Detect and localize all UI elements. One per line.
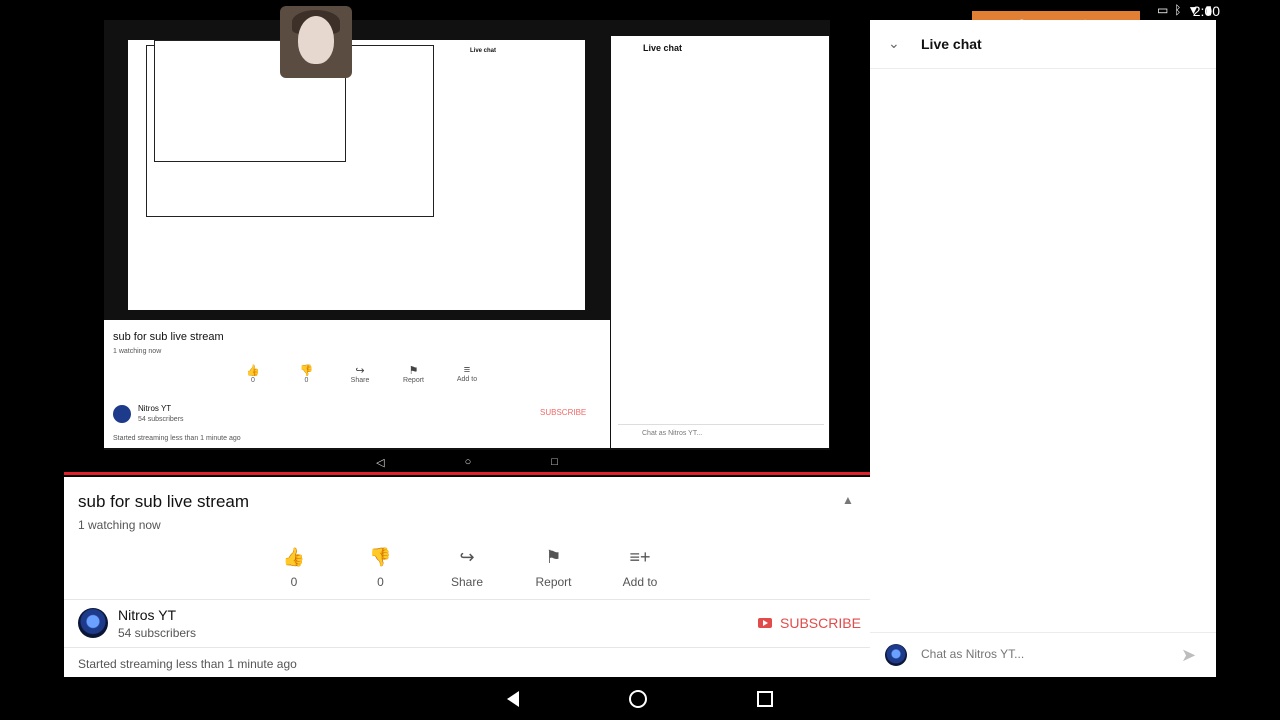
divider	[64, 647, 870, 648]
divider	[64, 599, 870, 600]
mirrored-home-icon: ○	[464, 456, 472, 468]
mirrored-like: 👍 0	[230, 364, 276, 384]
mirrored-chat-panel-small	[448, 44, 585, 306]
mirrored-recents-icon: □	[551, 456, 558, 468]
subscribe-button[interactable]: SUBSCRIBE	[758, 615, 861, 631]
add-to-button[interactable]: ≡+ Add to	[598, 545, 682, 589]
share-icon: ↪	[355, 365, 365, 377]
mirrored-actions: 👍 0 👎 0 ↪ Share ⚑ Report ≡ Add to	[230, 364, 490, 384]
recents-icon[interactable]	[757, 690, 773, 707]
chat-input[interactable]	[921, 647, 1171, 661]
back-icon[interactable]	[507, 690, 519, 707]
thumb-down-icon: 👎	[299, 365, 314, 377]
nav-bar	[0, 677, 1280, 720]
flag-icon: ⚑	[545, 547, 562, 567]
channel-avatar[interactable]	[78, 608, 108, 638]
video-progress-bar[interactable]	[64, 472, 870, 475]
dislike-button[interactable]: 👎 0	[339, 545, 423, 589]
mirrored-chat-title-small: Live chat	[470, 48, 497, 54]
flag-icon: ⚑	[408, 365, 419, 377]
thumb-up-icon: 👍	[282, 547, 306, 567]
mirrored-report: ⚑ Report	[391, 364, 437, 384]
mirrored-subscribe: SUBSCRIBE	[540, 408, 587, 417]
thumb-down-icon: 👎	[369, 547, 392, 567]
channel-name[interactable]: Nitros YT	[118, 607, 176, 623]
webcam-face	[298, 16, 334, 64]
mirrored-add-to: ≡ Add to	[444, 364, 490, 384]
bluetooth-icon: ᛒ	[1174, 3, 1182, 17]
mirrored-chat-title: Live chat	[643, 43, 683, 53]
home-icon[interactable]	[629, 689, 647, 708]
mirrored-back-icon: ◁	[376, 456, 385, 469]
webcam-overlay	[280, 6, 352, 78]
send-icon[interactable]: ➤	[1181, 645, 1196, 666]
mirrored-started: Started streaming less than 1 minute ago	[113, 435, 241, 442]
mirrored-channel-name: Nitros YT	[138, 404, 172, 413]
mirrored-chat-input: Chat as Nitros YT...	[618, 424, 824, 445]
youtube-icon	[758, 618, 772, 628]
collapse-icon[interactable]: ▲	[842, 493, 854, 507]
mirrored-dislike: 👎 0	[284, 364, 330, 384]
mirrored-chat-panel	[611, 36, 829, 448]
stream-start-text: Started streaming less than 1 minute ago	[78, 657, 297, 671]
thumb-up-icon: 👍	[246, 365, 260, 377]
status-time: 2:00	[1192, 3, 1220, 19]
playlist-add-icon: ≡	[463, 364, 471, 376]
like-button[interactable]: 👍 0	[252, 545, 336, 589]
share-button[interactable]: ↪ Share	[425, 545, 509, 589]
mirrored-nav-bar: ◁ ○ □	[104, 452, 830, 472]
live-chat-title: Live chat	[921, 36, 982, 52]
chevron-down-icon[interactable]: ⌄	[888, 35, 900, 52]
mirrored-watching: 1 watching now	[113, 348, 162, 355]
subscribe-label: SUBSCRIBE	[780, 615, 861, 631]
mirrored-share: ↪ Share	[337, 364, 383, 384]
watching-count: 1 watching now	[78, 518, 161, 532]
mirrored-title: sub for sub live stream	[113, 331, 224, 343]
action-bar: 👍 0 👎 0 ↪ Share ⚑ Report ≡+ Add to	[252, 545, 682, 589]
playlist-add-icon: ≡+	[629, 547, 651, 567]
cast-icon: ▭	[1156, 3, 1169, 17]
report-button[interactable]: ⚑ Report	[512, 545, 596, 589]
mirrored-subscribers: 54 subscribers	[138, 416, 184, 423]
video-title: sub for sub live stream	[78, 492, 250, 511]
chat-avatar	[885, 644, 907, 666]
mirrored-chat-placeholder: Chat as Nitros YT...	[642, 430, 703, 437]
share-icon: ↪	[459, 547, 475, 567]
subscriber-count: 54 subscribers	[118, 626, 197, 640]
mirrored-avatar	[113, 405, 131, 423]
live-chat-panel	[870, 20, 1216, 677]
